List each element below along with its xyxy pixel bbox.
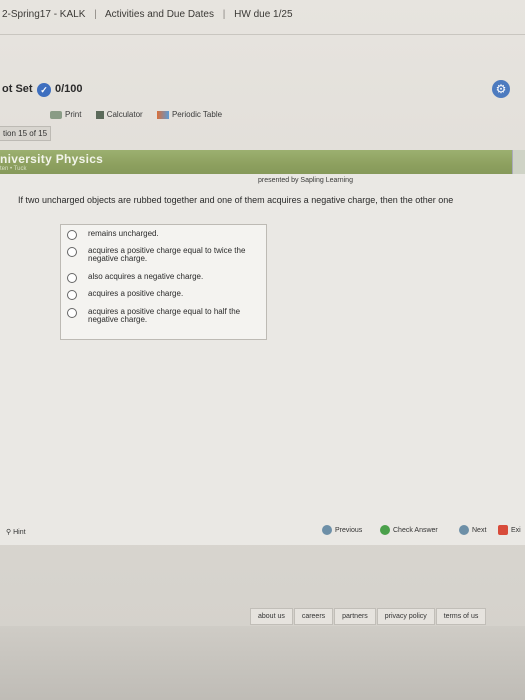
about-us-link[interactable]: about us — [250, 608, 293, 625]
partners-link[interactable]: partners — [334, 608, 376, 625]
course-header-bar: niversity Physics ten • Tuck — [0, 150, 512, 174]
browser-screen: 2-Spring17 - KALK | Activities and Due D… — [0, 0, 525, 700]
radio-button[interactable] — [67, 273, 77, 283]
settings-gear-icon[interactable]: ⚙ — [492, 80, 510, 98]
breadcrumb-assignment-link[interactable]: HW due 1/25 — [234, 9, 292, 20]
terms-of-use-link[interactable]: terms of us — [435, 608, 487, 625]
print-button[interactable]: Print — [50, 110, 84, 119]
hint-button[interactable]: ⚲ Hint — [6, 528, 26, 536]
radio-button[interactable] — [67, 290, 77, 300]
top-nav-bar: 2-Spring17 - KALK | Activities and Due D… — [0, 0, 525, 35]
previous-button[interactable]: Previous — [322, 525, 362, 537]
print-icon — [50, 110, 62, 119]
choice-label: remains uncharged. — [88, 229, 159, 238]
hint-label: Hint — [13, 529, 26, 536]
radio-button[interactable] — [67, 247, 77, 257]
periodic-table-icon — [156, 110, 169, 119]
calculator-button[interactable]: Calculator — [95, 110, 145, 119]
choice-label: acquires a positive charge equal to half… — [88, 307, 241, 324]
hint-icon: ⚲ — [6, 529, 12, 536]
breadcrumb-course-link[interactable]: 2-Spring17 - KALK — [2, 9, 85, 20]
exit-icon — [498, 525, 508, 536]
choice-label: acquires a positive charge equal to twic… — [88, 246, 246, 263]
calculator-label: Calculator — [106, 110, 143, 119]
previous-icon — [322, 525, 332, 536]
breadcrumb-separator: | — [94, 9, 97, 20]
print-label: Print — [65, 110, 82, 119]
course-name: niversity Physics — [0, 152, 104, 166]
next-arrow-icon — [459, 525, 469, 536]
answer-choices-box: remains uncharged. acquires a positive c… — [60, 224, 267, 340]
score-icon: ✓ — [37, 83, 51, 97]
check-answer-label: Check Answer — [393, 527, 438, 534]
assignment-header: ot Set ✓ 0/100 ⚙ Print Calculator Period… — [0, 78, 525, 148]
choice-label: acquires a positive charge. — [88, 289, 184, 298]
periodic-table-button[interactable]: Periodic Table — [156, 110, 223, 119]
calculator-icon — [95, 110, 104, 119]
toolbar: Print Calculator Periodic Table — [50, 110, 234, 119]
next-label: Next — [472, 527, 487, 534]
periodic-table-label: Periodic Table — [171, 110, 223, 119]
assignment-title: ot Set — [2, 83, 33, 95]
question-footer-nav: ⚲ Hint Previous Check Answer Next Exi — [0, 525, 525, 547]
exit-label: Exi — [511, 527, 521, 534]
check-icon — [380, 525, 390, 536]
check-answer-button[interactable]: Check Answer — [380, 525, 438, 537]
next-button[interactable]: Next — [459, 525, 486, 537]
assignment-score: 0/100 — [55, 83, 83, 95]
previous-label: Previous — [335, 527, 363, 534]
footer-links: about us careers partners privacy policy… — [250, 608, 487, 625]
presented-by-label: presented by Sapling Learning — [258, 177, 353, 184]
exit-button[interactable]: Exi — [498, 525, 521, 537]
breadcrumb-separator: | — [222, 9, 226, 20]
question-text: If two uncharged objects are rubbed toge… — [18, 195, 454, 205]
course-authors: ten • Tuck — [0, 166, 27, 172]
choice-label: also acquires a negative charge. — [88, 272, 204, 281]
breadcrumb: 2-Spring17 - KALK | Activities and Due D… — [2, 9, 299, 20]
privacy-policy-link[interactable]: privacy policy — [376, 608, 435, 625]
radio-button[interactable] — [67, 308, 77, 318]
monitor-bezel — [0, 626, 525, 700]
header-corner-button[interactable] — [512, 150, 525, 174]
breadcrumb-activities-link[interactable]: Activities and Due Dates — [105, 9, 214, 20]
question-panel: niversity Physics ten • Tuck presented b… — [0, 150, 525, 545]
question-position: tion 15 of 15 — [0, 126, 52, 141]
radio-button[interactable] — [67, 230, 77, 240]
careers-link[interactable]: careers — [293, 608, 334, 625]
